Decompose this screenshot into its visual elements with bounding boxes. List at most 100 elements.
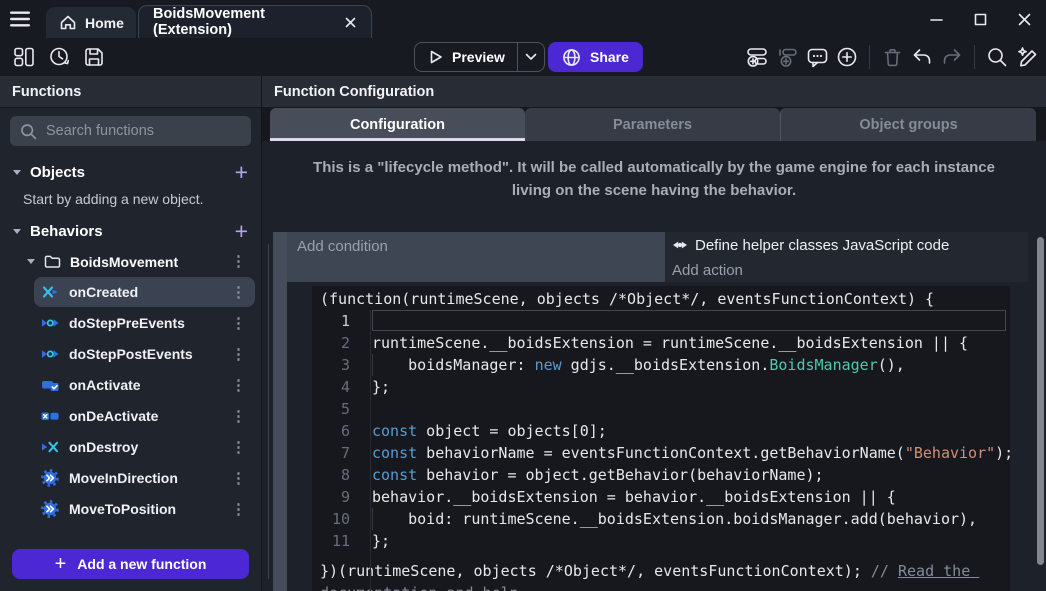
function-gear-icon xyxy=(41,469,59,487)
code-line-5[interactable]: 5 xyxy=(320,398,1010,420)
main-panel-title: Function Configuration xyxy=(274,84,434,100)
search-functions-input[interactable]: Search functions xyxy=(10,116,251,146)
js-code-editor[interactable]: (function(runtimeScene, objects /*Object… xyxy=(312,286,1010,591)
function-activate-icon xyxy=(41,376,59,394)
function-menu-icon[interactable]: ⋮ xyxy=(229,285,248,300)
code-wrapper-open: (function(runtimeScene, objects /*Object… xyxy=(320,288,1010,310)
function-label: MoveToPosition xyxy=(69,501,176,517)
window-close-button[interactable] xyxy=(1002,0,1046,38)
function-item-dosteppostevents[interactable]: doStepPostEvents ⋮ xyxy=(34,339,255,369)
code-line-8[interactable]: 8const behavior = object.getBehavior(beh… xyxy=(320,464,1010,486)
collapse-arrow-icon xyxy=(27,259,35,264)
tab-home-label: Home xyxy=(85,15,124,31)
function-menu-icon[interactable]: ⋮ xyxy=(229,378,248,393)
code-line-6[interactable]: 6const object = objects[0]; xyxy=(320,420,1010,442)
code-line-1[interactable]: 1 xyxy=(320,310,1010,332)
tab-parameters[interactable]: Parameters xyxy=(525,108,780,141)
events-scrollbar[interactable] xyxy=(1037,237,1044,565)
function-deactivate-icon xyxy=(41,407,59,425)
tab-boidsmovement[interactable]: BoidsMovement (Extension) xyxy=(138,5,372,38)
function-menu-icon[interactable]: ⋮ xyxy=(229,502,248,517)
folder-label: BoidsMovement xyxy=(70,254,178,270)
function-menu-icon[interactable]: ⋮ xyxy=(229,471,248,486)
function-label: onCreated xyxy=(69,284,138,300)
code-line-2[interactable]: 2runtimeScene.__boidsExtension = runtime… xyxy=(320,332,1010,354)
function-item-oncreated[interactable]: onCreated ⋮ xyxy=(34,277,255,307)
configuration-tabs: Configuration Parameters Object groups xyxy=(262,108,1046,141)
history-icon[interactable] xyxy=(46,44,72,70)
code-line-9[interactable]: 9behavior.__boidsExtension = behavior.__… xyxy=(320,486,1010,508)
function-menu-icon[interactable]: ⋮ xyxy=(229,316,248,331)
js-event-title[interactable]: Define helper classes JavaScript code xyxy=(665,232,1028,258)
window-minimize-button[interactable] xyxy=(914,0,958,38)
plus-icon: + xyxy=(55,553,67,576)
function-menu-icon[interactable]: ⋮ xyxy=(229,440,248,455)
function-label: onDestroy xyxy=(69,439,138,455)
play-icon xyxy=(415,48,444,66)
add-event-icon[interactable] xyxy=(744,44,770,70)
tab-object-groups[interactable]: Object groups xyxy=(780,108,1036,141)
share-button[interactable]: Share xyxy=(548,42,643,72)
tab-active-label: BoidsMovement (Extension) xyxy=(153,6,332,38)
magic-pen-icon[interactable] xyxy=(1014,44,1040,70)
function-label: doStepPostEvents xyxy=(69,346,193,362)
function-item-ondestroy[interactable]: onDestroy ⋮ xyxy=(34,432,255,462)
function-list: onCreated⋮doStepPreEvents⋮doStepPostEven… xyxy=(0,276,261,525)
add-action-button[interactable]: Add action xyxy=(665,258,1028,282)
js-code-icon xyxy=(672,237,688,253)
toolbar: Preview Share xyxy=(0,38,1046,76)
redo-icon[interactable] xyxy=(939,44,965,70)
function-label: MoveInDirection xyxy=(69,470,178,486)
function-menu-icon[interactable]: ⋮ xyxy=(229,409,248,424)
add-behavior-button[interactable]: + xyxy=(235,220,248,243)
function-step-icon xyxy=(41,345,59,363)
project-manager-icon[interactable] xyxy=(11,44,37,70)
add-function-label: Add a new function xyxy=(77,556,206,572)
undo-icon[interactable] xyxy=(909,44,935,70)
delete-icon[interactable] xyxy=(879,44,905,70)
code-lines: 12runtimeScene.__boidsExtension = runtim… xyxy=(320,310,1010,552)
add-other-icon[interactable] xyxy=(834,44,860,70)
close-tab-icon[interactable] xyxy=(344,16,357,29)
add-condition-button[interactable]: Add condition xyxy=(287,232,665,282)
titlebar: Home BoidsMovement (Extension) xyxy=(0,0,1046,38)
function-menu-icon[interactable]: ⋮ xyxy=(229,347,248,362)
folder-icon xyxy=(44,254,61,269)
search-placeholder: Search functions xyxy=(46,123,154,139)
folder-menu-icon[interactable]: ⋮ xyxy=(229,254,248,269)
save-icon[interactable] xyxy=(81,44,107,70)
section-objects[interactable]: Objects + xyxy=(0,158,261,186)
tab-configuration[interactable]: Configuration xyxy=(270,108,525,141)
add-subevent-icon[interactable] xyxy=(774,44,800,70)
code-line-10[interactable]: 10 boid: runtimeScene.__boidsExtension.b… xyxy=(320,508,1010,530)
function-item-movetoposition[interactable]: MoveToPosition ⋮ xyxy=(34,494,255,524)
add-function-button[interactable]: + Add a new function xyxy=(12,549,249,579)
code-line-11[interactable]: 11}; xyxy=(320,530,1010,552)
behavior-folder-boidsmovement[interactable]: BoidsMovement ⋮ xyxy=(0,247,261,276)
function-gear-icon xyxy=(41,500,59,518)
code-wrapper-close: })(runtimeScene, objects /*Object*/, eve… xyxy=(320,560,1010,591)
code-line-4[interactable]: 4}; xyxy=(320,376,1010,398)
home-icon xyxy=(59,14,77,31)
hamburger-menu-icon[interactable] xyxy=(9,10,31,28)
function-item-ondeactivate[interactable]: onDeActivate⋮ xyxy=(34,401,255,431)
function-item-dosteppreevents[interactable]: doStepPreEvents⋮ xyxy=(34,308,255,338)
add-comment-icon[interactable] xyxy=(804,44,830,70)
search-icon xyxy=(20,123,37,140)
code-line-3[interactable]: 3 boidsManager: new gdjs.__boidsExtensio… xyxy=(320,354,1010,376)
function-item-onactivate[interactable]: onActivate⋮ xyxy=(34,370,255,400)
preview-button[interactable]: Preview xyxy=(414,42,545,72)
tab-home[interactable]: Home xyxy=(46,7,136,38)
window-maximize-button[interactable] xyxy=(958,0,1002,38)
code-line-7[interactable]: 7const behaviorName = eventsFunctionCont… xyxy=(320,442,1010,464)
section-objects-label: Objects xyxy=(30,164,85,181)
events-sheet: Add condition Define helper classes Java… xyxy=(262,228,1046,591)
function-item-moveindirection[interactable]: MoveInDirection ⋮ xyxy=(34,463,255,493)
event-drag-handle[interactable] xyxy=(273,232,287,591)
search-icon[interactable] xyxy=(984,44,1010,70)
section-behaviors[interactable]: Behaviors + xyxy=(0,217,261,245)
function-destroy-icon xyxy=(41,438,59,456)
add-object-button[interactable]: + xyxy=(235,161,248,184)
function-created-icon xyxy=(41,283,59,301)
preview-dropdown-chevron-icon[interactable] xyxy=(518,53,544,61)
